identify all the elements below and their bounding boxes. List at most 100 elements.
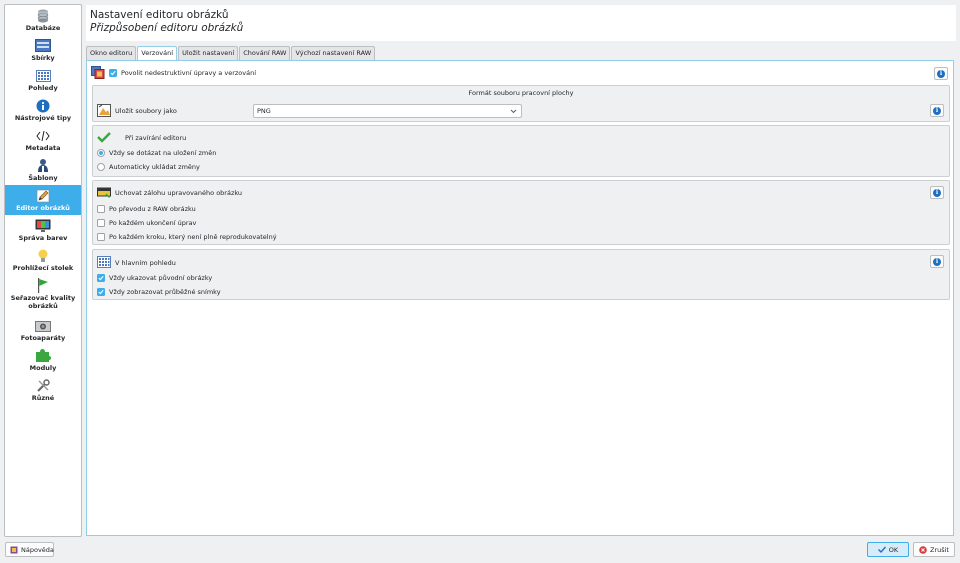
- after-raw-checkbox[interactable]: [97, 205, 105, 213]
- sidebar-item-color-management[interactable]: Správa barev: [5, 215, 81, 245]
- enable-versioning-label: Povolit nedestruktivní úpravy a verzován…: [121, 68, 257, 77]
- save-format-select[interactable]: PNG: [253, 104, 522, 118]
- save-format-icon: [97, 104, 111, 117]
- after-raw-label: Po převodu z RAW obrázku: [109, 205, 196, 213]
- backup-info-button[interactable]: i: [930, 186, 944, 199]
- lightbulb-icon: [35, 248, 51, 263]
- sidebar-item-collections[interactable]: Sbírky: [5, 35, 81, 65]
- sidebar-item-misc[interactable]: Různé: [5, 375, 81, 405]
- info-icon: i: [933, 257, 941, 266]
- auto-save-label: Automaticky ukládat změny: [109, 163, 200, 171]
- sidebar-item-label: Nástrojové tipy: [14, 114, 72, 122]
- ok-button[interactable]: OK: [867, 542, 909, 557]
- auto-save-radio[interactable]: [97, 163, 105, 171]
- enable-versioning-checkbox[interactable]: [109, 68, 117, 77]
- sidebar-item-label: Databáze: [25, 24, 61, 32]
- show-intermediate-row: Vždy zobrazovat průběžné snímky: [97, 288, 221, 296]
- sidebar-item-database[interactable]: Databáze: [5, 5, 81, 35]
- tab-save-settings[interactable]: Uložit nastavení: [178, 46, 239, 60]
- tab-editor-window[interactable]: Okno editoru: [86, 46, 137, 60]
- info-icon: i: [937, 69, 945, 78]
- save-format-info-button[interactable]: i: [930, 104, 944, 117]
- enable-versioning-info-button[interactable]: i: [934, 67, 948, 80]
- ok-button-label: OK: [888, 545, 899, 554]
- sidebar-item-label: Šablony: [28, 174, 58, 182]
- main-view-group-title: V hlavním pohledu: [115, 258, 176, 267]
- each-session-label: Po každém ukončení úprav: [109, 219, 197, 227]
- views-icon: [35, 68, 51, 83]
- camera-icon: [35, 318, 51, 333]
- help-button-label: Nápověda: [21, 545, 54, 554]
- tab-raw-defaults[interactable]: Výchozí nastavení RAW: [291, 46, 376, 60]
- sidebar-item-quality-sorter[interactable]: Seřazovač kvality obrázků: [5, 275, 81, 315]
- pencil-icon: [35, 188, 51, 203]
- versioning-panel: Povolit nedestruktivní úpravy a verzován…: [86, 60, 954, 536]
- show-original-checkbox[interactable]: [97, 274, 105, 282]
- cancel-icon: [919, 545, 927, 554]
- save-as-label: Uložit soubory jako: [115, 106, 177, 115]
- code-icon: [35, 128, 51, 143]
- backup-group: Uchovat zálohu upravovaného obrázku i Po…: [92, 180, 950, 245]
- help-book-icon: [10, 546, 18, 554]
- backup-title-row: Uchovat zálohu upravovaného obrázku: [97, 186, 242, 199]
- tab-versioning[interactable]: Verzování: [137, 46, 178, 61]
- info-icon: i: [933, 106, 941, 115]
- sidebar-item-metadata[interactable]: Metadata: [5, 125, 81, 155]
- each-session-row: Po každém ukončení úprav: [97, 219, 196, 227]
- each-step-checkbox[interactable]: [97, 233, 105, 241]
- sidebar-item-tooltips[interactable]: Nástrojové tipy: [5, 95, 81, 125]
- closing-title-row: Při zavírání editoru: [97, 131, 186, 144]
- collections-icon: [35, 38, 51, 53]
- sidebar-item-label: Metadata: [25, 144, 61, 152]
- page-header: Nastavení editoru obrázků Přizpůsobení e…: [86, 5, 956, 41]
- grid-icon: [97, 256, 111, 269]
- save-format-value: PNG: [257, 107, 271, 115]
- backup-icon: [97, 186, 111, 199]
- sidebar-item-light-table[interactable]: Prohlížecí stolek: [5, 245, 81, 275]
- flag-icon: [35, 278, 51, 293]
- database-icon: [35, 8, 51, 23]
- show-original-label: Vždy ukazovat původní obrázky: [109, 274, 213, 282]
- sidebar-item-label: Seřazovač kvality obrázků: [10, 294, 76, 310]
- always-ask-radio[interactable]: [97, 149, 105, 157]
- sidebar-item-label: Různé: [31, 394, 55, 402]
- page-title: Nastavení editoru obrázků: [90, 9, 229, 21]
- settings-sidebar: Databáze Sbírky Pohledy Nástrojové tipy …: [4, 4, 82, 537]
- sidebar-item-label: Pohledy: [28, 84, 58, 92]
- page-subtitle: Přizpůsobení editoru obrázků: [90, 22, 244, 34]
- each-session-checkbox[interactable]: [97, 219, 105, 227]
- sidebar-item-cameras[interactable]: Fotoaparáty: [5, 315, 81, 345]
- main-view-info-button[interactable]: i: [930, 255, 944, 268]
- sidebar-item-label: Správa barev: [18, 234, 68, 242]
- after-raw-row: Po převodu z RAW obrázku: [97, 205, 196, 213]
- sidebar-item-label: Fotoaparáty: [20, 334, 66, 342]
- sidebar-item-plugins[interactable]: Moduly: [5, 345, 81, 375]
- sidebar-item-image-editor[interactable]: Editor obrázků: [5, 185, 81, 215]
- person-icon: [35, 158, 51, 173]
- sidebar-item-label: Prohlížecí stolek: [12, 264, 74, 272]
- show-intermediate-label: Vždy zobrazovat průběžné snímky: [109, 288, 221, 296]
- chevron-down-icon: [510, 105, 517, 121]
- sidebar-item-label: Moduly: [29, 364, 57, 372]
- info-icon: [35, 98, 51, 113]
- format-group-title: Formát souboru pracovní plochy: [468, 89, 574, 97]
- main-view-group: V hlavním pohledu i Vždy ukazovat původn…: [92, 249, 950, 300]
- tools-icon: [35, 378, 51, 393]
- versioning-icon: [91, 66, 105, 79]
- show-intermediate-checkbox[interactable]: [97, 288, 105, 296]
- monitor-icon: [35, 218, 51, 233]
- show-original-row: Vždy ukazovat původní obrázky: [97, 274, 212, 282]
- check-icon: [97, 131, 111, 144]
- puzzle-icon: [35, 348, 51, 363]
- sidebar-item-label: Editor obrázků: [16, 204, 70, 212]
- cancel-button-label: Zrušit: [930, 545, 949, 554]
- always-ask-row: Vždy se dotázat na uložení změn: [97, 149, 216, 157]
- sidebar-item-views[interactable]: Pohledy: [5, 65, 81, 95]
- cancel-button[interactable]: Zrušit: [913, 542, 955, 557]
- always-ask-label: Vždy se dotázat na uložení změn: [109, 149, 217, 157]
- tab-raw-behavior[interactable]: Chování RAW: [239, 46, 291, 60]
- format-group: Formát souboru pracovní plochy Uložit so…: [92, 85, 950, 122]
- help-button[interactable]: Nápověda: [5, 542, 54, 557]
- sidebar-item-label: Sbírky: [31, 54, 55, 62]
- sidebar-item-templates[interactable]: Šablony: [5, 155, 81, 185]
